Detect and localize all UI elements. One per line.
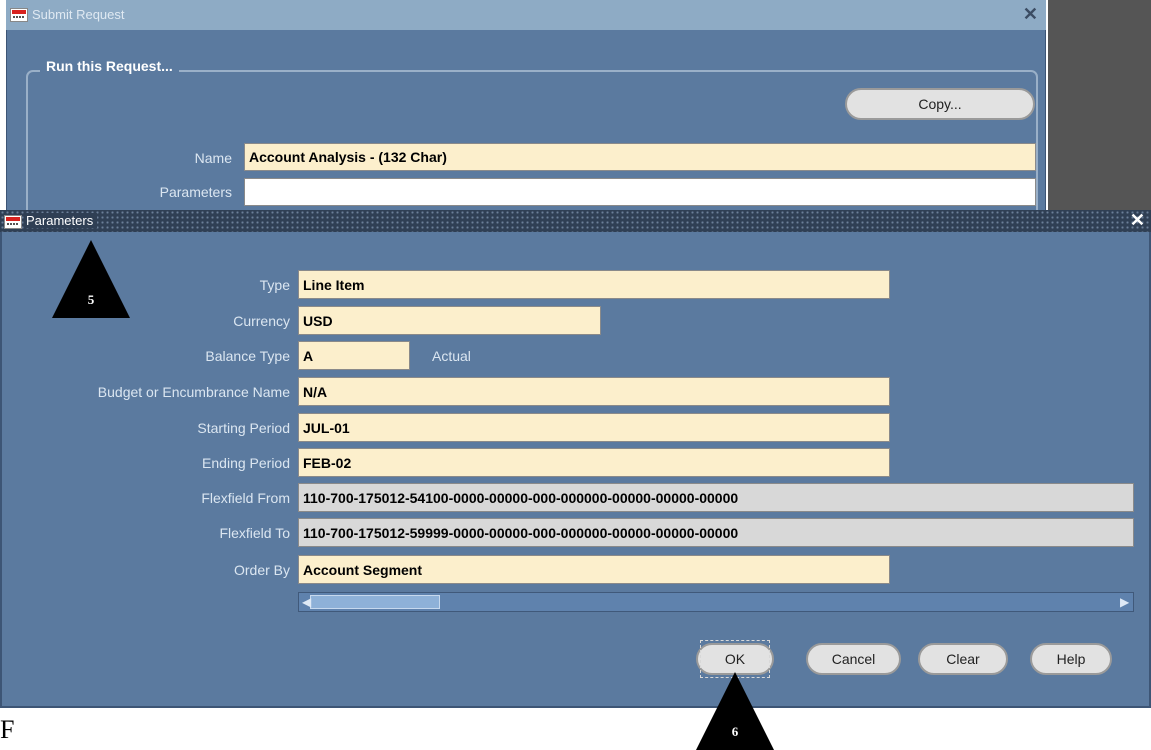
callout-number-6: 6 [731,724,739,739]
scroll-right-icon[interactable]: ▶ [1120,595,1129,609]
parameters-label: Parameters [159,184,232,200]
balance-type-field[interactable]: A [298,341,410,370]
scrollbar-thumb[interactable] [310,595,440,609]
parameters-field[interactable] [244,178,1036,206]
currency-label: Currency [233,313,290,329]
name-label: Name [194,150,232,166]
oracle-app-icon [10,8,28,22]
order-by-label: Order By [233,562,290,578]
cancel-button[interactable]: Cancel [806,643,901,675]
type-field[interactable]: Line Item [298,270,890,299]
flexfield-to-field[interactable]: 110-700-175012-59999-0000-00000-000-0000… [298,518,1134,547]
starting-period-field[interactable]: JUL-01 [298,413,890,442]
oracle-app-icon [4,215,22,229]
flexfield-from-label: Flexfield From [201,490,290,506]
flexfield-from-field[interactable]: 110-700-175012-54100-0000-00000-000-0000… [298,483,1134,512]
background-area [1048,0,1151,210]
document-caption: F [0,715,15,744]
submit-request-title: Submit Request [32,7,125,22]
order-by-field[interactable]: Account Segment [298,555,890,584]
copy-button[interactable]: Copy... [845,88,1035,120]
flexfield-to-label: Flexfield To [219,525,290,541]
parameters-titlebar[interactable]: Parameters ✕ [0,210,1151,232]
currency-field[interactable]: USD [298,306,601,335]
callout-number-5: 5 [87,292,95,307]
run-request-legend: Run this Request... [40,58,179,74]
scroll-left-icon[interactable]: ◀ [302,595,311,609]
submit-request-titlebar[interactable]: Submit Request ✕ [6,0,1046,30]
budget-label: Budget or Encumbrance Name [97,384,290,400]
parameters-title: Parameters [26,213,98,228]
close-icon[interactable]: ✕ [1023,4,1038,25]
ending-period-label: Ending Period [202,455,290,471]
ending-period-field[interactable]: FEB-02 [298,448,890,477]
name-field[interactable]: Account Analysis - (132 Char) [244,143,1036,171]
balance-type-label: Balance Type [205,348,290,364]
type-label: Type [259,277,290,293]
help-button[interactable]: Help [1030,643,1112,675]
budget-field[interactable]: N/A [298,377,890,406]
balance-type-description: Actual [432,348,471,364]
starting-period-label: Starting Period [197,420,290,436]
clear-button[interactable]: Clear [918,643,1008,675]
close-icon[interactable]: ✕ [1130,210,1145,231]
